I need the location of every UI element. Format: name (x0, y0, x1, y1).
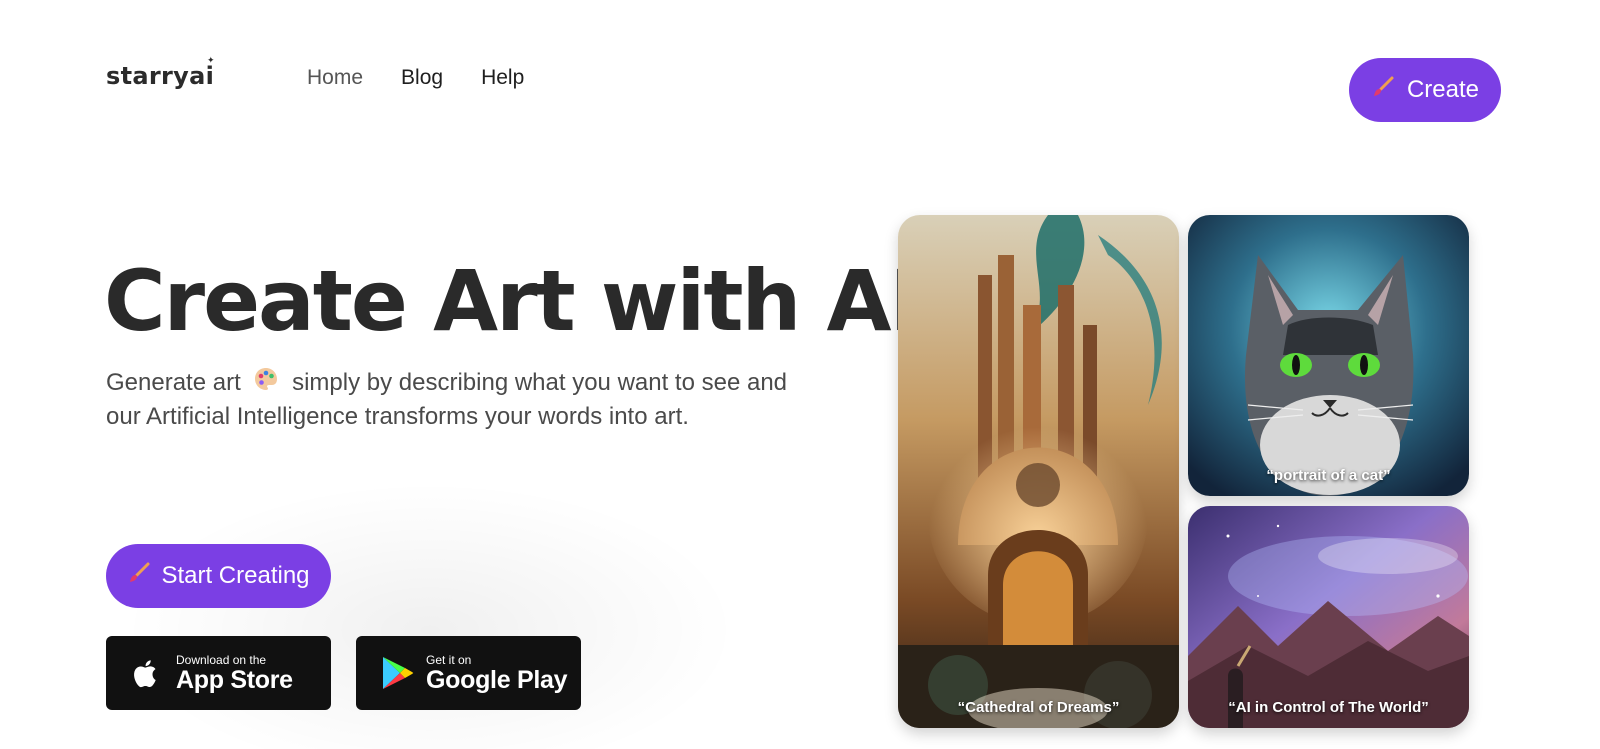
nav-help[interactable]: Help (481, 66, 524, 90)
gallery-card-world[interactable]: “AI in Control of The World” (1188, 506, 1469, 728)
palette-icon (253, 366, 279, 401)
sparkle-icon: ✦ (207, 56, 215, 66)
google-play-big: Google Play (426, 665, 568, 694)
google-play-small: Get it on (426, 652, 472, 667)
apple-icon (128, 655, 164, 691)
hero-title: Create Art with AI (104, 252, 921, 350)
app-store-big: App Store (176, 665, 293, 694)
create-button[interactable]: Create (1349, 58, 1501, 122)
google-play-text: Get it on Google Play (426, 652, 568, 694)
gallery-card-cathedral[interactable]: “Cathedral of Dreams” (898, 215, 1179, 728)
gallery-caption: “AI in Control of The World” (1228, 699, 1429, 716)
hero-subtitle-part1: Generate art (106, 368, 241, 396)
app-store-text: Download on the App Store (176, 652, 293, 694)
gallery-caption: “Cathedral of Dreams” (957, 699, 1120, 716)
gallery-caption: “portrait of a cat” (1266, 467, 1391, 484)
google-play-button[interactable]: Get it on Google Play (356, 636, 581, 710)
world-artwork (1188, 506, 1469, 728)
cat-artwork (1188, 215, 1469, 496)
app-store-small: Download on the (176, 652, 267, 667)
hero-subtitle: Generate art simply by describing what y… (106, 366, 806, 433)
logo-text: starryai (106, 62, 215, 90)
main-nav: Home Blog Help (307, 66, 524, 90)
paintbrush-icon (1371, 75, 1395, 106)
start-creating-button[interactable]: Start Creating (106, 544, 331, 608)
gallery-card-cat[interactable]: “portrait of a cat” (1188, 215, 1469, 496)
nav-home[interactable]: Home (307, 66, 363, 90)
logo[interactable]: starryai ✦ (106, 56, 215, 90)
google-play-icon (380, 655, 416, 691)
nav-blog[interactable]: Blog (401, 66, 443, 90)
start-creating-label: Start Creating (161, 562, 310, 589)
create-button-label: Create (1406, 76, 1480, 103)
cathedral-artwork (898, 215, 1179, 728)
paintbrush-icon (127, 561, 151, 592)
app-store-button[interactable]: Download on the App Store (106, 636, 331, 710)
